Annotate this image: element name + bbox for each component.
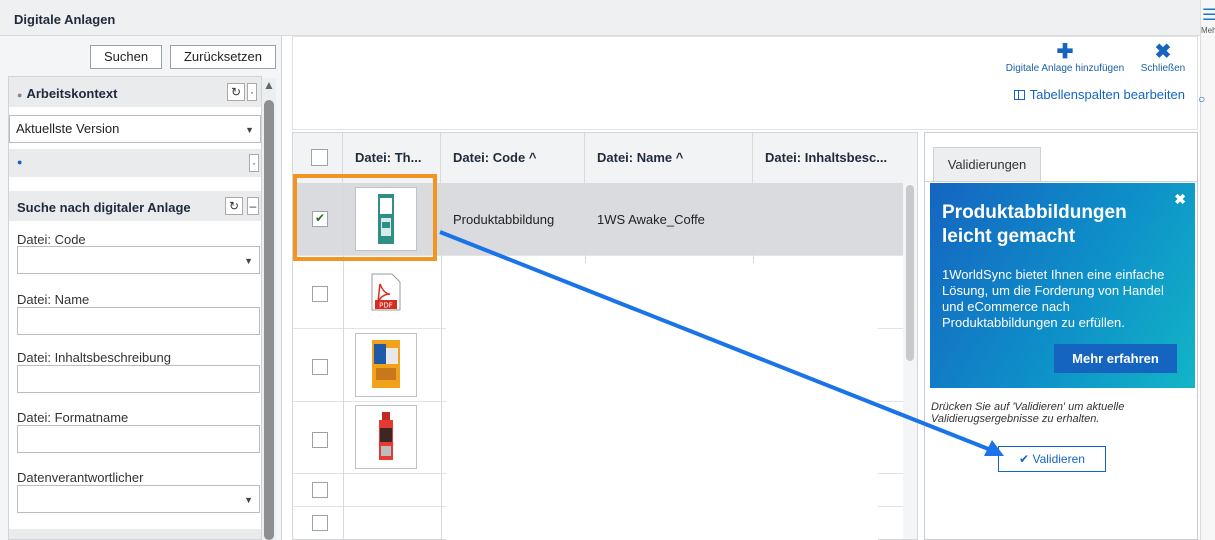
description-input[interactable] xyxy=(17,365,260,393)
owner-select[interactable]: ▼ xyxy=(17,485,260,513)
close-icon[interactable]: ✖ xyxy=(1174,191,1186,208)
close-button[interactable]: ✖ Schließen xyxy=(1135,41,1191,74)
column-divider xyxy=(441,183,442,539)
learn-more-button[interactable]: Mehr erfahren xyxy=(1054,344,1177,373)
product-box-icon xyxy=(372,340,400,388)
table-header: Datei: Th... Datei: Code ^ Datei: Name ^… xyxy=(293,133,917,184)
more-label[interactable]: Meh xyxy=(1201,26,1215,35)
work-context-title: Arbeitskontext xyxy=(26,86,118,101)
chevron-down-icon: ▼ xyxy=(244,256,253,266)
column-divider xyxy=(585,183,586,263)
asset-search-title: Suche nach digitaler Anlage xyxy=(17,200,191,215)
field-label-owner: Datenverantwortlicher xyxy=(17,470,144,485)
thumbnail-product-package xyxy=(355,187,417,251)
thumbnail-product-bottle xyxy=(355,405,417,469)
validation-panel: Validierungen ✖ Produktabbildungen leich… xyxy=(924,132,1198,540)
columns-icon xyxy=(1013,90,1025,100)
plus-icon: ✚ xyxy=(1056,41,1074,63)
menu-dots-icon[interactable]: · xyxy=(249,154,259,172)
search-panel: Suchen Zurücksetzen ● Arbeitskontext ↻ · … xyxy=(0,36,282,540)
tab-divider xyxy=(925,181,1197,182)
row-checkbox[interactable] xyxy=(312,286,328,302)
field-label-name: Datei: Name xyxy=(17,292,90,307)
version-select-value: Aktuellste Version xyxy=(16,121,120,136)
blank-overlay xyxy=(446,270,878,540)
circle-icon[interactable]: ○ xyxy=(1198,92,1205,106)
window-title: Digitale Anlagen xyxy=(14,12,116,27)
table-row[interactable]: Produktabbildung 1WS Awake_Coffe xyxy=(293,183,903,256)
left-scrollbar[interactable]: ▲ xyxy=(262,78,276,540)
context-subheader[interactable]: ● · xyxy=(9,149,261,177)
menu-dots-icon[interactable]: · xyxy=(247,83,257,101)
thumbnail-product-box xyxy=(355,333,417,397)
bullet-icon: ● xyxy=(17,157,23,167)
scrollbar-thumb[interactable] xyxy=(906,185,914,361)
select-all-checkbox[interactable] xyxy=(311,149,328,166)
chevron-down-icon: ▼ xyxy=(245,125,254,135)
name-input[interactable] xyxy=(17,307,260,335)
field-label-format: Datei: Formatname xyxy=(17,410,129,425)
product-bottle-icon xyxy=(379,412,393,460)
product-package-icon xyxy=(378,194,394,244)
cell-code: Produktabbildung xyxy=(453,212,555,227)
thumbnail-pdf: PDF xyxy=(355,261,417,324)
collapse-icon[interactable]: – xyxy=(247,197,259,215)
window-title-bar: Digitale Anlagen xyxy=(0,0,1200,36)
edit-columns-button[interactable]: Tabellenspalten bearbeiten xyxy=(1013,87,1185,102)
work-context-header[interactable]: ● Arbeitskontext ↻ · xyxy=(9,77,261,107)
edit-columns-label: Tabellenspalten bearbeiten xyxy=(1029,87,1185,102)
search-form: ● Arbeitskontext ↻ · Aktuellste Version ▼… xyxy=(8,76,262,540)
main-toolbar: ✚ Digitale Anlage hinzufügen ✖ Schließen… xyxy=(292,36,1198,130)
column-divider xyxy=(343,183,344,539)
add-asset-button[interactable]: ✚ Digitale Anlage hinzufügen xyxy=(995,41,1135,74)
promo-text: 1WorldSync bietet Ihnen eine einfache Lö… xyxy=(942,267,1165,330)
close-label: Schließen xyxy=(1140,63,1186,74)
cell-name: 1WS Awake_Coffe xyxy=(597,212,705,227)
check-icon: ✔ xyxy=(1019,452,1030,466)
row-checkbox[interactable] xyxy=(312,482,328,498)
column-divider xyxy=(753,183,754,263)
select-all-cell xyxy=(293,133,343,183)
add-asset-label: Digitale Anlage hinzufügen xyxy=(1005,63,1125,74)
refresh-icon[interactable]: ↻ xyxy=(227,83,245,101)
scrollbar-thumb[interactable] xyxy=(264,100,274,540)
table-scrollbar[interactable] xyxy=(903,183,917,539)
refresh-icon[interactable]: ↻ xyxy=(225,197,243,215)
edge-menu-strip[interactable]: ☰ Meh xyxy=(1200,0,1215,540)
column-header-thumbnail[interactable]: Datei: Th... xyxy=(343,133,441,183)
collapse-dot-icon: ● xyxy=(17,90,23,100)
row-checkbox[interactable] xyxy=(312,432,328,448)
field-label-description: Datei: Inhaltsbeschreibung xyxy=(17,350,171,365)
close-icon: ✖ xyxy=(1154,41,1172,63)
hamburger-menu-icon[interactable]: ☰ xyxy=(1202,8,1215,24)
column-header-name[interactable]: Datei: Name ^ xyxy=(585,133,753,183)
format-input[interactable] xyxy=(17,425,260,453)
tab-validations[interactable]: Validierungen xyxy=(933,147,1041,181)
column-header-code[interactable]: Datei: Code ^ xyxy=(441,133,585,183)
row-checkbox[interactable] xyxy=(312,211,328,227)
asset-search-header[interactable]: Suche nach digitaler Anlage ↻ – xyxy=(9,191,261,221)
pdf-file-icon: PDF xyxy=(371,273,401,311)
column-header-description[interactable]: Datei: Inhaltsbesc... xyxy=(753,133,903,183)
validate-label: Validieren xyxy=(1032,452,1085,466)
validation-hint: Drücken Sie auf 'Validieren' um aktuelle… xyxy=(931,401,1125,425)
validate-button[interactable]: ✔ Validieren xyxy=(998,446,1106,472)
reset-button[interactable]: Zurücksetzen xyxy=(170,45,276,69)
scroll-up-icon[interactable]: ▲ xyxy=(263,78,275,92)
promo-banner: ✖ Produktabbildungen leicht gemacht 1Wor… xyxy=(930,183,1195,388)
promo-title: Produktabbildungen leicht gemacht xyxy=(942,202,1127,247)
field-label-code: Datei: Code xyxy=(17,232,86,247)
pager-strip xyxy=(9,529,261,539)
row-checkbox[interactable] xyxy=(312,515,328,531)
version-select[interactable]: Aktuellste Version ▼ xyxy=(9,115,261,143)
row-checkbox[interactable] xyxy=(312,359,328,375)
search-button[interactable]: Suchen xyxy=(90,45,162,69)
chevron-down-icon: ▼ xyxy=(244,495,253,505)
svg-text:PDF: PDF xyxy=(379,302,393,310)
code-select[interactable]: ▼ xyxy=(17,246,260,274)
